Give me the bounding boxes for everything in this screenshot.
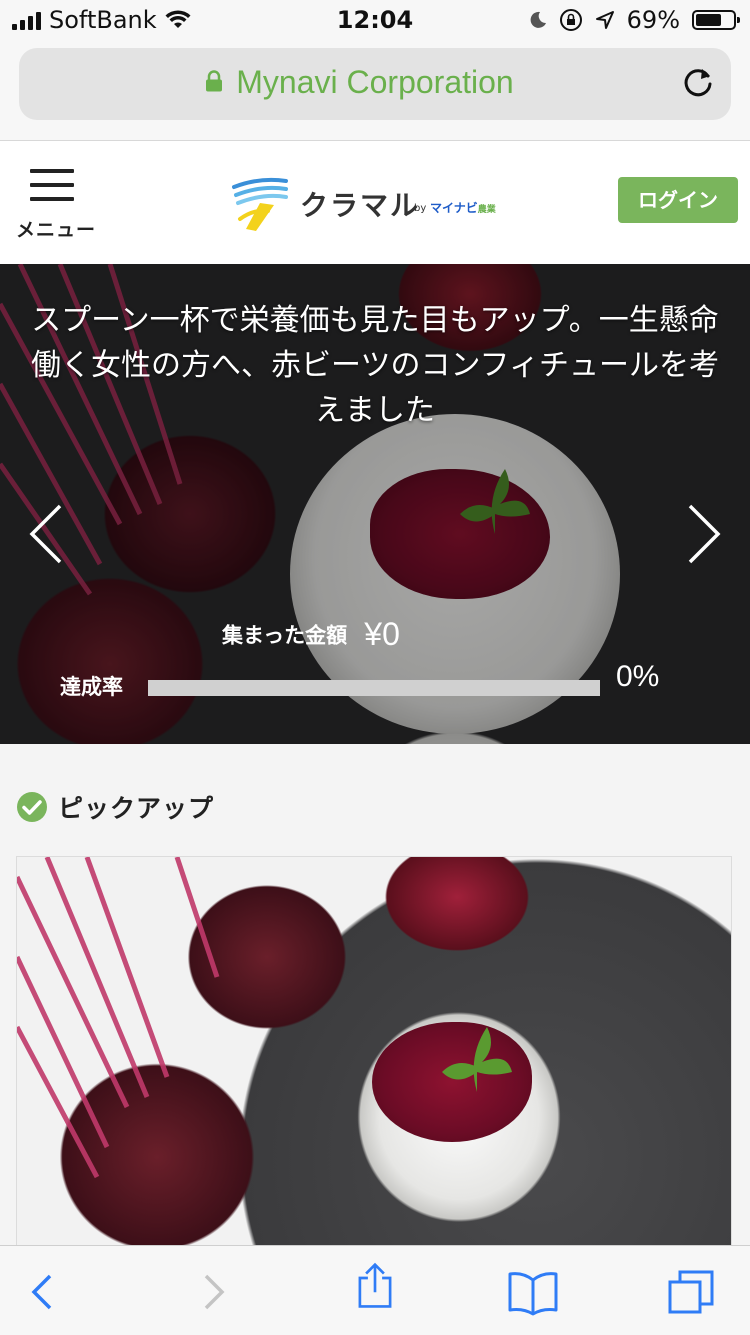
rotation-lock-icon <box>559 9 582 31</box>
hero-title[interactable]: スプーン一杯で栄養価も見た目もアップ。一生懸命働く女性の方へ、赤ビーツのコンフィ… <box>30 298 720 433</box>
forward-arrow-icon[interactable] <box>188 1268 238 1316</box>
tabs-icon[interactable] <box>666 1268 716 1316</box>
achievement-rate-value: 0% <box>616 660 660 693</box>
carousel-next-arrow-icon[interactable] <box>686 502 722 566</box>
address-bar[interactable]: Mynavi Corporation <box>19 48 731 120</box>
menu-button[interactable]: メニュー <box>14 167 100 241</box>
battery-percent: 69% <box>626 6 680 34</box>
pickup-heading: ピックアップ <box>16 790 214 824</box>
site-header: メニュー クラマル by マイナビ農業 ログイン <box>0 141 750 264</box>
location-arrow-icon <box>595 11 614 29</box>
browser-toolbar <box>0 1245 750 1335</box>
funding-amount-value: ¥0 <box>364 616 400 652</box>
bookmarks-icon[interactable] <box>508 1268 558 1316</box>
reload-icon[interactable] <box>681 66 715 100</box>
status-bar: SoftBank 12:04 69% <box>0 0 750 40</box>
site-logo[interactable]: クラマル by マイナビ農業 <box>230 175 520 235</box>
hero-banner[interactable]: スプーン一杯で栄養価も見た目もアップ。一生懸命働く女性の方へ、赤ビーツのコンフィ… <box>0 264 750 744</box>
share-icon[interactable] <box>350 1262 400 1310</box>
achievement-progress-bar <box>148 680 600 696</box>
do-not-disturb-icon <box>530 11 546 28</box>
logo-partner: マイナビ農業 <box>430 199 496 216</box>
logo-name: クラマル <box>300 189 421 222</box>
logo-partner-sub: 農業 <box>477 205 496 215</box>
check-circle-icon <box>17 792 47 822</box>
logo-partner-name: マイナビ <box>430 201 478 215</box>
funding-amount: 集まった金額 ¥0 <box>222 616 400 653</box>
achievement-rate-label: 達成率 <box>60 675 123 699</box>
beet-stems-image <box>17 857 220 1179</box>
logo-by: by <box>414 203 427 214</box>
carousel-prev-arrow-icon[interactable] <box>28 502 64 566</box>
hamburger-icon <box>30 169 74 211</box>
battery-icon <box>692 10 740 30</box>
menu-label: メニュー <box>15 219 96 241</box>
herb-leaf-image <box>442 1027 512 1092</box>
pickup-heading-text: ピックアップ <box>58 794 215 823</box>
site-name: Mynavi Corporation <box>236 64 514 100</box>
battery-fill <box>696 14 721 26</box>
funding-amount-label: 集まった金額 <box>222 623 348 648</box>
pickup-project-card[interactable] <box>16 856 732 1256</box>
login-button[interactable]: ログイン <box>618 177 738 223</box>
logo-mark-icon <box>232 177 288 231</box>
back-arrow-icon[interactable] <box>18 1268 68 1316</box>
browser-address-area: Mynavi Corporation <box>0 40 750 141</box>
